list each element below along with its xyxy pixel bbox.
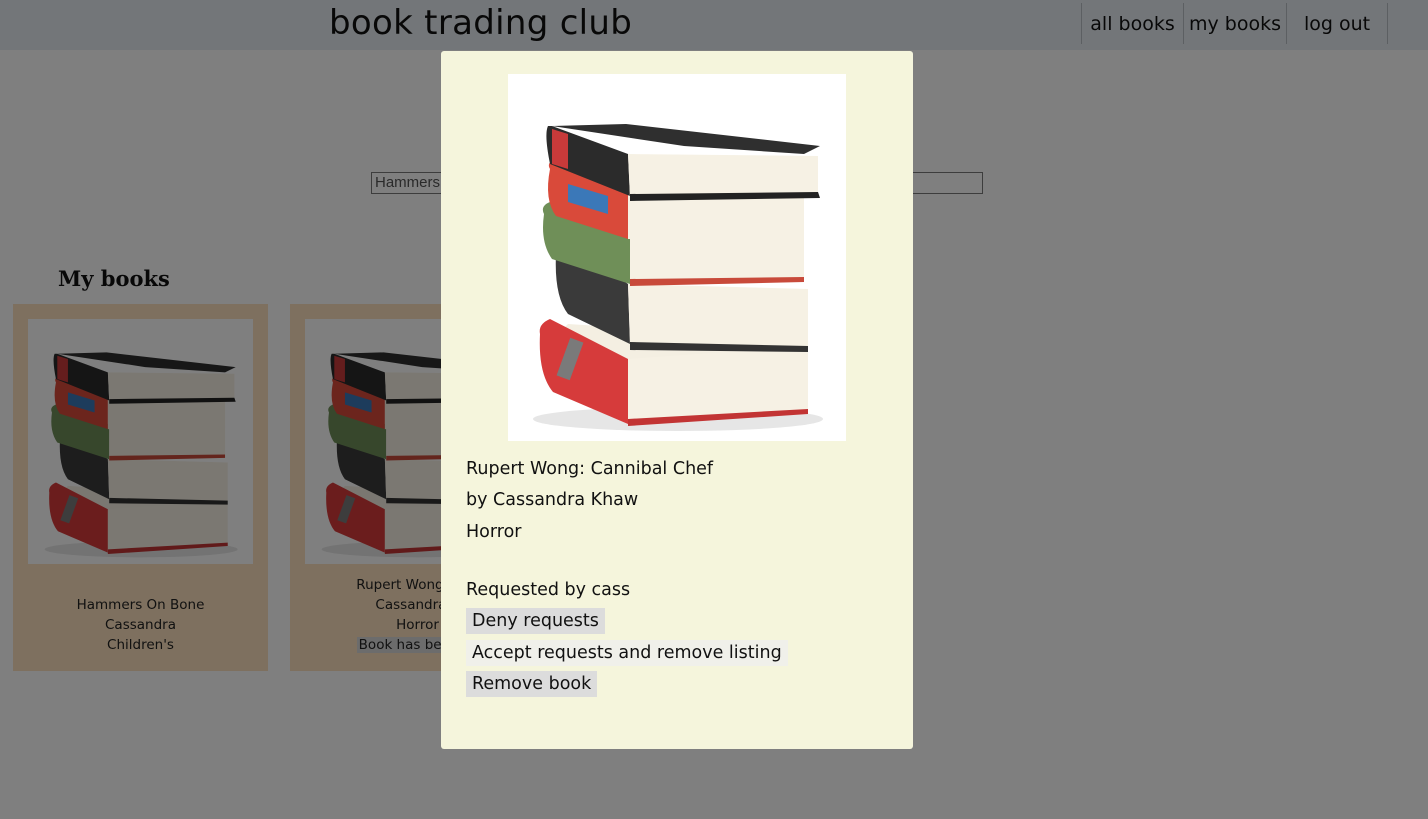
book-detail-modal: Rupert Wong: Cannibal Chef by Cassandra … [441, 51, 913, 749]
modal-book-author: by Cassandra Khaw [466, 490, 639, 510]
deny-requests-button[interactable]: Deny requests [466, 608, 605, 634]
modal-book-genre: Horror [466, 522, 522, 542]
book-cover-image [508, 74, 846, 441]
accept-requests-button[interactable]: Accept requests and remove listing [466, 640, 788, 666]
modal-requested-by: Requested by cass [466, 580, 631, 600]
remove-book-button[interactable]: Remove book [466, 671, 598, 697]
modal-book-title: Rupert Wong: Cannibal Chef [466, 459, 714, 479]
